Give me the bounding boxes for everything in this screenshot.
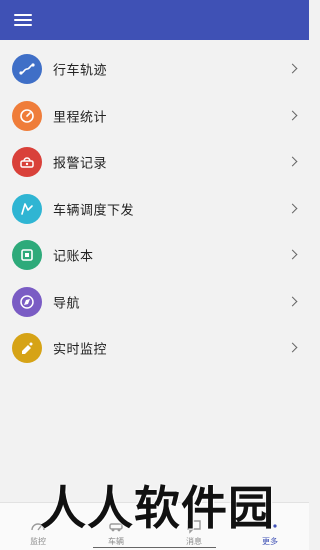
menu-item-alarm[interactable]: 报警记录	[0, 139, 309, 186]
menu-item-label: 实时监控	[53, 342, 108, 358]
chevron-right-icon	[287, 296, 298, 307]
chevron-right-icon	[287, 110, 298, 121]
dispatch-icon	[12, 193, 42, 224]
menu-item-label: 行车轨迹	[53, 63, 108, 79]
chevron-right-icon	[287, 342, 298, 353]
menu-item-label: 导航	[53, 296, 81, 312]
menu-item-ledger[interactable]: 记账本	[0, 232, 309, 279]
menu-icon[interactable]	[14, 12, 34, 28]
chevron-right-icon	[287, 249, 298, 260]
chevron-right-icon	[287, 63, 298, 74]
menu-item-navigation[interactable]: 导航	[0, 279, 309, 326]
menu-item-route[interactable]: 行车轨迹	[0, 46, 309, 93]
alarm-icon	[12, 147, 42, 177]
watermark: 人人软件园	[40, 481, 275, 535]
chevron-right-icon	[287, 156, 298, 167]
menu-item-monitor[interactable]: 实时监控	[0, 325, 309, 372]
feature-menu: 行车轨迹 里程统计 报警记录 车辆调度下发 记账本 导航 实时监控	[0, 46, 309, 372]
route-icon	[12, 54, 42, 84]
menu-item-label: 车辆调度下发	[53, 203, 135, 219]
menu-item-dispatch[interactable]: 车辆调度下发	[0, 186, 309, 233]
ledger-icon	[12, 240, 42, 270]
menu-item-label: 报警记录	[53, 156, 108, 172]
menu-item-mileage[interactable]: 里程统计	[0, 93, 309, 140]
menu-item-label: 里程统计	[53, 110, 108, 126]
monitor-icon	[12, 333, 42, 363]
app-bar	[0, 0, 309, 40]
chevron-right-icon	[287, 203, 298, 214]
tab-underline	[93, 547, 216, 548]
navigation-icon	[12, 286, 42, 317]
menu-item-label: 记账本	[53, 249, 94, 265]
mileage-icon	[12, 100, 42, 131]
